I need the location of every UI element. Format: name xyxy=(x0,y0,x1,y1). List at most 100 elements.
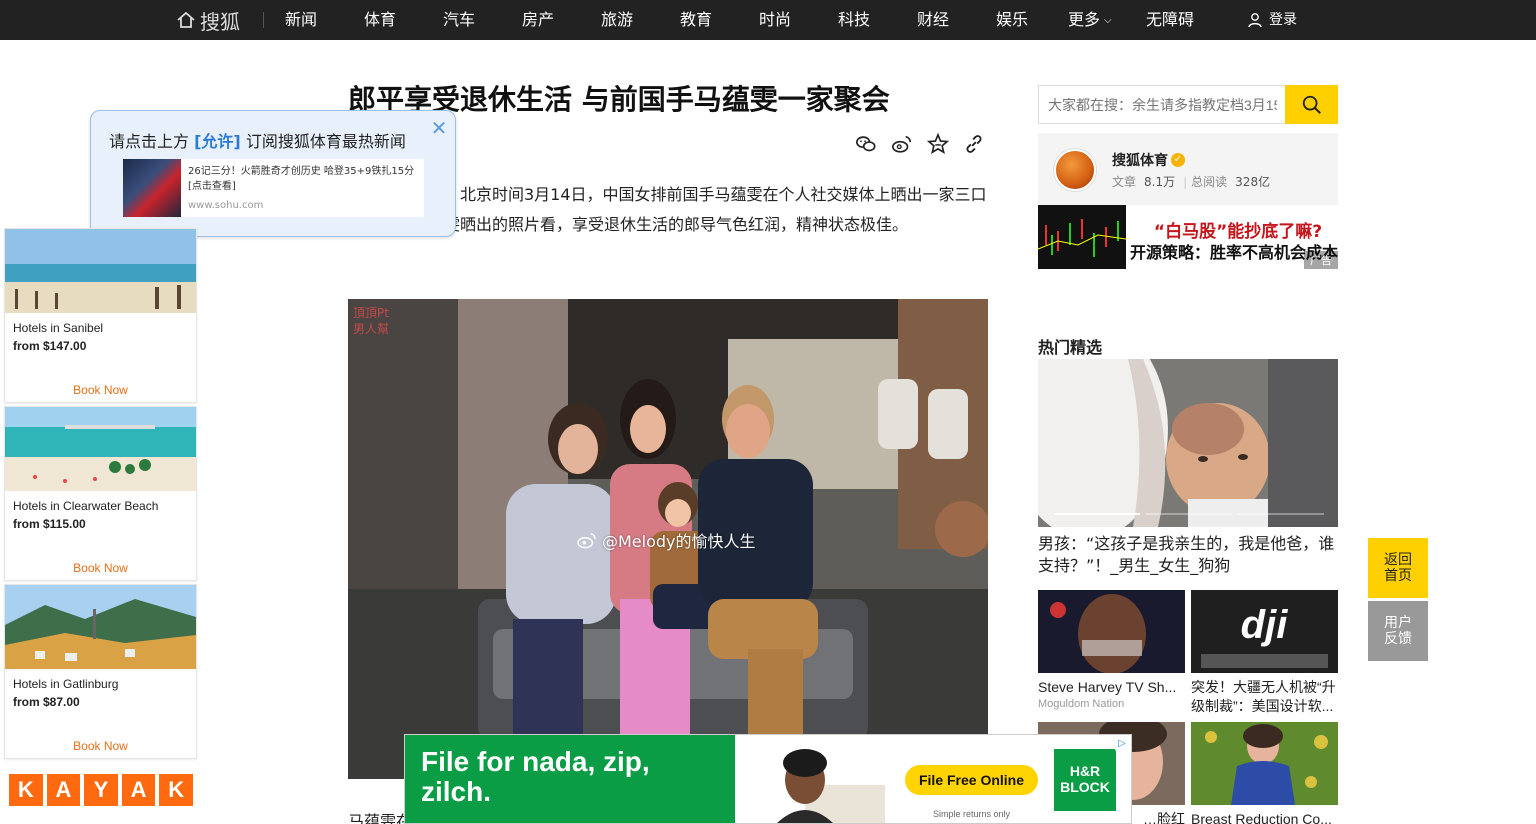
hotel-price: from $87.00 xyxy=(13,695,80,709)
nav-item-fashion[interactable]: 时尚 xyxy=(759,0,791,40)
nav-item-travel[interactable]: 旅游 xyxy=(601,0,633,40)
hotel-card[interactable]: Hotels in Clearwater Beach from $115.00 … xyxy=(4,406,197,581)
book-now-button[interactable]: Book Now xyxy=(5,383,196,397)
ad-right-panel: File Free Online Simple returns only H&R… xyxy=(735,735,1131,823)
preview-title: 26记三分！火箭胜奇才创历史 哈登35+9铁扎15分[点击查看] xyxy=(188,166,415,192)
carousel-dot[interactable] xyxy=(1054,513,1140,515)
chevron-down-icon: ⌵ xyxy=(1104,14,1112,26)
hot-item[interactable]: dji 突发！大疆无人机被“升级制裁”：美国设计软... xyxy=(1191,590,1338,716)
user-icon xyxy=(1248,13,1262,28)
author-name: 搜狐体育 xyxy=(1112,153,1168,169)
article-next-paragraph: 马蕴雯在 xyxy=(348,812,413,824)
carousel-dots xyxy=(1054,513,1324,515)
sohu-logo[interactable]: 搜狐 xyxy=(176,8,240,34)
hot-section-title: 热门精选 xyxy=(1038,338,1103,357)
kayak-letter: K xyxy=(9,774,43,806)
kayak-letter: Y xyxy=(84,774,118,806)
hotel-price: from $115.00 xyxy=(13,517,86,531)
subscribe-preview-card[interactable]: 26记三分！火箭胜奇才创历史 哈登35+9铁扎15分[点击查看] www.soh… xyxy=(123,159,424,217)
nav-item-news[interactable]: 新闻 xyxy=(285,0,317,40)
author-name-row[interactable]: 搜狐体育 ✓ xyxy=(1112,150,1185,170)
subscribe-message: 请点击上方 [允许] 订阅搜狐体育最热新闻 xyxy=(109,128,406,152)
nav-item-entertainment[interactable]: 娱乐 xyxy=(996,0,1028,40)
weibo-watermark-icon xyxy=(577,532,596,549)
ad-person-image xyxy=(735,735,885,823)
author-card: 搜狐体育 ✓ 文章 8.1万 | 总阅读 328亿 xyxy=(1038,133,1338,205)
nav-item-more[interactable]: 更多 ⌵ xyxy=(1068,0,1112,40)
hotel-image xyxy=(5,407,196,491)
weibo-share-icon[interactable] xyxy=(891,133,913,155)
subscribe-allow-text: [允许] xyxy=(194,132,241,151)
nav-item-finance[interactable]: 财经 xyxy=(917,0,949,40)
book-now-button[interactable]: Book Now xyxy=(5,739,196,753)
svg-text:dji: dji xyxy=(1241,603,1289,647)
hot-item[interactable]: Breast Reduction Co... xyxy=(1191,722,1338,824)
nav-item-accessibility[interactable]: 无障碍 xyxy=(1146,0,1194,40)
hot-item-image xyxy=(1038,590,1185,673)
nav-item-tech[interactable]: 科技 xyxy=(838,0,870,40)
search-input[interactable] xyxy=(1038,85,1286,124)
hot-item[interactable]: Steve Harvey TV Sh... Moguldom Nation xyxy=(1038,590,1185,710)
feedback-button[interactable]: 用户反馈 xyxy=(1368,601,1428,661)
svg-text:頂頂Pt: 頂頂Pt xyxy=(353,306,389,320)
search-button[interactable] xyxy=(1285,85,1338,124)
carousel-dot[interactable] xyxy=(1146,513,1232,515)
ad-headline: File for nada, zip, zilch. xyxy=(421,746,650,807)
hero-image xyxy=(1038,359,1338,527)
nav-item-sports[interactable]: 体育 xyxy=(364,0,396,40)
hotel-card[interactable]: Hotels in Gatlinburg from $87.00 Book No… xyxy=(4,584,197,759)
hot-item-title: Breast Reduction Co... xyxy=(1191,811,1332,824)
hotel-name: Hotels in Clearwater Beach xyxy=(13,499,159,513)
nav-item-auto[interactable]: 汽车 xyxy=(443,0,475,40)
stock-chart-image xyxy=(1038,205,1127,269)
top-nav: 搜狐 新闻 体育 汽车 房产 旅游 教育 时尚 科技 财经 娱乐 更多 ⌵ 无障碍… xyxy=(0,0,1536,40)
hotel-card[interactable]: Hotels in Sanibel from $147.00 Book Now xyxy=(4,228,197,403)
preview-thumbnail xyxy=(123,159,181,217)
ad-disclaimer: Simple returns only xyxy=(932,809,1011,819)
back-to-home-button[interactable]: 返回首页 xyxy=(1368,538,1428,598)
ad-choices-icon[interactable]: ▷ xyxy=(1115,737,1129,751)
nav-item-education[interactable]: 教育 xyxy=(680,0,712,40)
hot-item-title: Steve Harvey TV Sh... xyxy=(1038,679,1177,695)
articles-label: 文章 xyxy=(1112,175,1137,189)
stock-ad-banner[interactable]: “白马股”能抄底了嘛? 开源策略：胜率不高机会成本却高 广告 xyxy=(1038,205,1338,269)
verified-icon: ✓ xyxy=(1171,153,1185,167)
author-avatar[interactable] xyxy=(1054,149,1096,191)
kayak-letter: K xyxy=(159,774,193,806)
book-now-button[interactable]: Book Now xyxy=(5,561,196,575)
hot-hero-carousel[interactable] xyxy=(1038,359,1338,527)
hot-hero-caption[interactable]: 男孩：“这孩子是我亲生的，我是他爸，谁支持？”！_男生_女生_狗狗 xyxy=(1038,533,1338,577)
wechat-share-icon[interactable] xyxy=(855,133,877,155)
ad-tag: 广告 xyxy=(1304,251,1338,269)
favorite-star-icon[interactable] xyxy=(926,132,950,155)
left-hotel-ad: Hotels in Sanibel from $147.00 Book Now … xyxy=(0,228,200,824)
search-box xyxy=(1038,85,1338,124)
hotel-image xyxy=(5,585,196,669)
copy-link-icon[interactable] xyxy=(963,133,985,155)
nav-item-house[interactable]: 房产 xyxy=(522,0,554,40)
kayak-letter: A xyxy=(121,774,156,806)
subscribe-prefix: 请点击上方 xyxy=(109,132,190,151)
hotel-name: Hotels in Gatlinburg xyxy=(13,677,119,691)
nav-more-label: 更多 xyxy=(1068,10,1101,29)
login-link[interactable]: 登录 xyxy=(1247,0,1297,40)
logo-text: 搜狐 xyxy=(200,9,240,34)
hotel-name: Hotels in Sanibel xyxy=(13,321,104,335)
svg-text:男人幫: 男人幫 xyxy=(353,321,389,336)
hotel-image xyxy=(5,229,196,313)
hr-block-logo: H&R BLOCK xyxy=(1054,749,1116,811)
hot-item-image xyxy=(1191,722,1338,805)
carousel-dot[interactable] xyxy=(1238,513,1324,515)
hr-block-bottom-ad[interactable]: File for nada, zip, zilch. File Free Onl… xyxy=(404,734,1132,824)
hotel-price: from $147.00 xyxy=(13,339,87,353)
hot-item-image: dji xyxy=(1191,590,1338,673)
hot-item-source: Moguldom Nation xyxy=(1038,698,1125,710)
article-photo[interactable]: 頂頂Pt 男人幫 @Melody的愉快人生 xyxy=(348,299,988,779)
home-icon xyxy=(177,11,195,28)
file-free-online-button[interactable]: File Free Online xyxy=(905,765,1038,795)
kayak-letter: A xyxy=(46,774,81,806)
hot-item-title: 突发！大疆无人机被“升级制裁”：美国设计软... xyxy=(1191,679,1336,714)
search-icon xyxy=(1302,95,1321,114)
kayak-logo[interactable]: K A Y A K xyxy=(4,770,197,820)
close-icon[interactable]: ✕ xyxy=(430,118,448,138)
